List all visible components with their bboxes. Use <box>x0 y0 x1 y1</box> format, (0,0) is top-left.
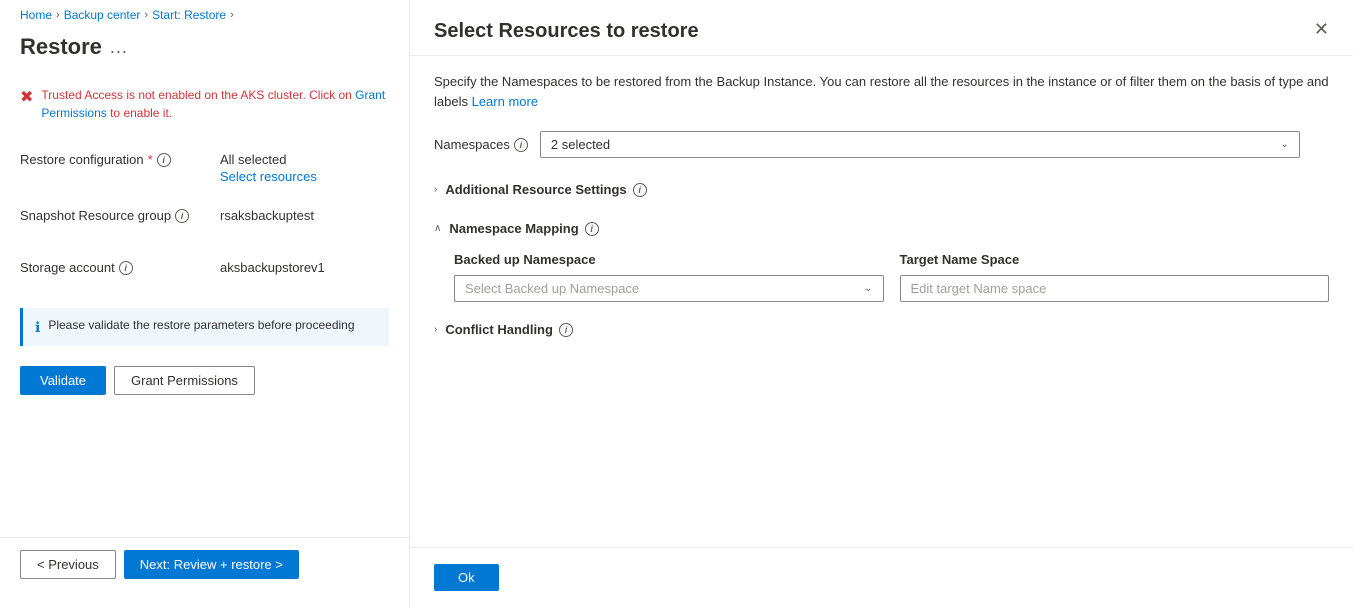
storage-account-value: aksbackupstorev1 <box>220 256 389 275</box>
ok-button[interactable]: Ok <box>434 564 499 591</box>
main-container: Home › Backup center › Start: Restore › … <box>0 0 1353 607</box>
target-ns-col: Target Name Space <box>900 252 1330 302</box>
grant-permissions-button[interactable]: Grant Permissions <box>114 366 255 395</box>
snapshot-rg-value: rsaksbackuptest <box>220 204 389 223</box>
restore-config-row: Restore configuration * i All selected S… <box>20 148 389 184</box>
info-banner-icon: ℹ <box>35 319 40 336</box>
snapshot-rg-row: Snapshot Resource group i rsaksbackuptes… <box>20 204 389 236</box>
backed-up-ns-col: Backed up Namespace Select Backed up Nam… <box>454 252 884 302</box>
namespace-mapping-content: Backed up Namespace Select Backed up Nam… <box>434 240 1329 302</box>
breadcrumb-sep-3: › <box>230 9 234 21</box>
next-button[interactable]: Next: Review + restore > <box>124 550 299 579</box>
breadcrumb-sep-2: › <box>144 9 148 21</box>
namespaces-dropdown[interactable]: 2 selected ⌄ <box>540 131 1300 158</box>
target-ns-input[interactable] <box>900 275 1330 302</box>
bottom-nav: < Previous Next: Review + restore > <box>0 537 409 591</box>
additional-resource-chevron-icon: › <box>434 184 437 195</box>
namespace-mapping-chevron-icon: ∧ <box>434 223 441 234</box>
namespaces-value: 2 selected <box>551 137 610 152</box>
restore-config-all-selected: All selected <box>220 152 389 167</box>
snapshot-rg-info-icon[interactable]: i <box>175 209 189 223</box>
conflict-handling-section: › Conflict Handling i <box>434 318 1329 341</box>
close-button[interactable]: ✕ <box>1314 20 1329 38</box>
storage-account-info-icon[interactable]: i <box>119 261 133 275</box>
backed-up-ns-dropdown[interactable]: Select Backed up Namespace ⌄ <box>454 275 884 302</box>
info-banner-text: Please validate the restore parameters b… <box>48 318 354 332</box>
backed-up-ns-placeholder: Select Backed up Namespace <box>465 281 639 296</box>
dialog-body: Specify the Namespaces to be restored fr… <box>410 56 1353 547</box>
dialog-panel: Select Resources to restore ✕ Specify th… <box>410 0 1353 607</box>
page-title-row: Restore ... <box>0 30 409 76</box>
storage-account-label: Storage account i <box>20 256 220 275</box>
conflict-handling-title: Conflict Handling i <box>445 322 573 337</box>
namespaces-label: Namespaces i <box>434 137 528 152</box>
page-title: Restore <box>20 34 102 60</box>
breadcrumb-start-restore[interactable]: Start: Restore <box>152 8 226 22</box>
restore-config-info-icon[interactable]: i <box>157 153 171 167</box>
breadcrumb-sep-1: › <box>56 9 60 21</box>
select-resources-link[interactable]: Select resources <box>220 169 389 184</box>
dialog-title: Select Resources to restore <box>434 20 699 43</box>
required-star: * <box>148 152 153 167</box>
restore-config-value: All selected Select resources <box>220 148 389 184</box>
additional-resource-title: Additional Resource Settings i <box>445 182 646 197</box>
previous-button[interactable]: < Previous <box>20 550 116 579</box>
additional-resource-section: › Additional Resource Settings i <box>434 178 1329 201</box>
namespaces-field-row: Namespaces i 2 selected ⌄ <box>434 131 1329 158</box>
form-section: Restore configuration * i All selected S… <box>0 148 409 537</box>
validate-button[interactable]: Validate <box>20 366 106 395</box>
additional-resource-header[interactable]: › Additional Resource Settings i <box>434 178 1329 201</box>
action-button-row: Validate Grant Permissions <box>20 366 389 411</box>
snapshot-rg-label: Snapshot Resource group i <box>20 204 220 223</box>
conflict-handling-info-icon[interactable]: i <box>559 323 573 337</box>
namespace-mapping-info-icon[interactable]: i <box>585 222 599 236</box>
backed-up-ns-chevron-icon: ⌄ <box>864 283 872 294</box>
namespaces-chevron-icon: ⌄ <box>1280 139 1288 150</box>
conflict-handling-chevron-icon: › <box>434 324 437 335</box>
more-icon[interactable]: ... <box>110 37 128 58</box>
learn-more-link[interactable]: Learn more <box>472 94 538 109</box>
error-circle-icon: ✖ <box>20 87 33 107</box>
namespace-mapping-title: Namespace Mapping i <box>449 221 598 236</box>
breadcrumb-backup-center[interactable]: Backup center <box>64 8 141 22</box>
error-banner: ✖ Trusted Access is not enabled on the A… <box>0 76 409 132</box>
info-banner: ℹ Please validate the restore parameters… <box>20 308 389 346</box>
grant-permissions-link[interactable]: Grant Permissions <box>41 88 385 120</box>
namespace-mapping-grid: Backed up Namespace Select Backed up Nam… <box>454 252 1329 302</box>
left-panel: Home › Backup center › Start: Restore › … <box>0 0 410 607</box>
namespaces-info-icon[interactable]: i <box>514 138 528 152</box>
backed-up-ns-header: Backed up Namespace <box>454 252 884 267</box>
conflict-handling-header[interactable]: › Conflict Handling i <box>434 318 1329 341</box>
restore-config-label: Restore configuration * i <box>20 148 220 167</box>
dialog-description: Specify the Namespaces to be restored fr… <box>434 72 1329 111</box>
target-ns-header: Target Name Space <box>900 252 1330 267</box>
additional-resource-info-icon[interactable]: i <box>633 183 647 197</box>
error-text: Trusted Access is not enabled on the AKS… <box>41 86 389 122</box>
dialog-header: Select Resources to restore ✕ <box>410 0 1353 56</box>
namespace-mapping-section: ∧ Namespace Mapping i Backed up Namespac… <box>434 217 1329 302</box>
breadcrumb-home[interactable]: Home <box>20 8 52 22</box>
dialog-footer: Ok <box>410 547 1353 607</box>
namespace-mapping-header[interactable]: ∧ Namespace Mapping i <box>434 217 1329 240</box>
breadcrumb: Home › Backup center › Start: Restore › <box>0 0 409 30</box>
storage-account-row: Storage account i aksbackupstorev1 <box>20 256 389 288</box>
